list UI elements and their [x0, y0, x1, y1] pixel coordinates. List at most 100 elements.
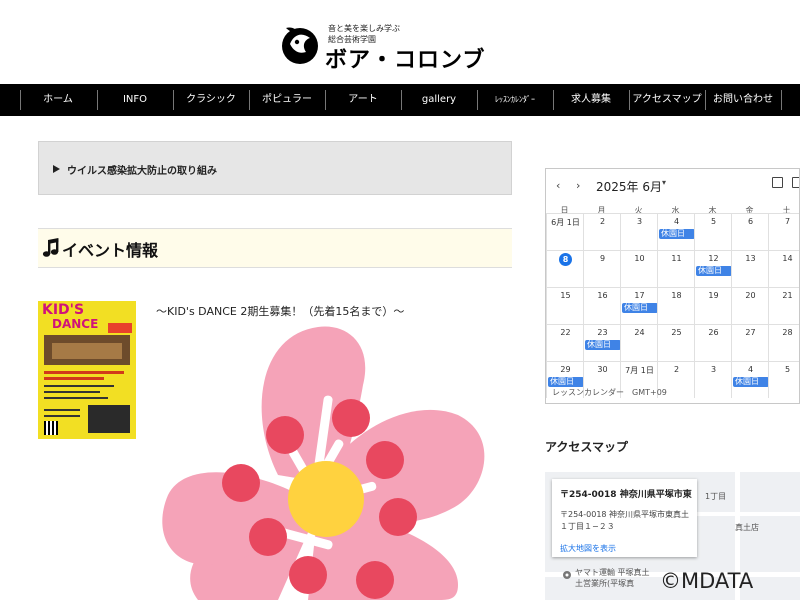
calendar-day-number: 6月 1日 [551, 218, 580, 227]
logo-tagline: 音と美を楽しみ学ぶ [328, 24, 400, 33]
poster-text-line [44, 391, 100, 393]
calendar-day-cell[interactable]: 6月 1日 [546, 213, 583, 250]
calendar-event-chip[interactable]: 休園日 [733, 377, 769, 387]
flower-illustration [162, 326, 485, 600]
calendar-day-cell[interactable]: 6 [731, 213, 768, 250]
calendar-day-number: 11 [671, 254, 682, 263]
calendar-day-cell[interactable]: 22 [546, 324, 583, 361]
calendar-day-cell[interactable]: 18 [657, 287, 694, 324]
calendar-event-chip[interactable]: 休園日 [622, 303, 658, 313]
poster-photo-detail [52, 343, 122, 359]
map-card-address: 〒254-0018 神奈川県平塚市東真土１丁目１−２３ [560, 510, 690, 531]
nav-item-lesson-calendar[interactable]: ﾚｯｽﾝｶﾚﾝﾀﾞｰ [477, 84, 553, 116]
calendar-day-number: 3 [710, 365, 717, 374]
nav-item-recruit[interactable]: 求人募集 [553, 84, 629, 116]
calendar-day-cell[interactable]: 10 [620, 250, 657, 287]
nav-item-contact[interactable]: お問い合わせ [705, 84, 781, 116]
calendar-day-number: 17 [634, 291, 645, 300]
calendar-day-cell[interactable]: 12 休園日 [694, 250, 732, 287]
calendar-event-chip[interactable]: 休園日 [696, 266, 732, 276]
calendar-day-cell[interactable]: 2 [583, 213, 620, 250]
map-label: 1丁目 [705, 492, 727, 501]
calendar-day-cell[interactable]: 24 [620, 324, 657, 361]
chevron-left-icon[interactable]: ‹ [556, 179, 560, 192]
dropdown-arrow-icon[interactable]: ▾ [662, 178, 666, 187]
calendar-day-number: 15 [560, 291, 571, 300]
calendar-day-number: 20 [745, 291, 756, 300]
calendar-day-number: 27 [745, 328, 756, 337]
calendar-view-icon[interactable] [792, 177, 799, 188]
nav-item-art[interactable]: アート [325, 84, 401, 116]
nav-item-access[interactable]: アクセスマップ [629, 84, 705, 116]
calendar-day-cell[interactable]: 27 [731, 324, 768, 361]
calendar-day-number: 3 [636, 217, 643, 226]
qr-code [44, 421, 58, 435]
calendar-day-number: 16 [597, 291, 608, 300]
calendar-day-cell[interactable]: 20 [731, 287, 768, 324]
nav-item-popular[interactable]: ポピュラー [249, 84, 325, 116]
event-section-header: イベント情報 [38, 228, 512, 268]
calendar-day-number: 18 [671, 291, 682, 300]
event-caption: 〜KID's DANCE 2期生募集！（先着15名まで）〜 [156, 305, 405, 318]
music-note-icon [42, 238, 59, 257]
calendar-day-number: 5 [784, 365, 791, 374]
poster-text-line [44, 415, 80, 417]
calendar-day-cell[interactable]: 21 [768, 287, 799, 324]
calendar-day-cell[interactable]: 4 休園日 [657, 213, 695, 250]
calendar-day-number: 25 [671, 328, 682, 337]
chevron-right-icon[interactable]: › [576, 179, 580, 192]
main-nav: ホーム INFO クラシック ポピュラー アート gallery ﾚｯｽﾝｶﾚﾝ… [0, 84, 800, 116]
nav-item-home[interactable]: ホーム [20, 84, 96, 116]
calendar-day-cell[interactable]: 5 [694, 213, 731, 250]
access-map-title: アクセスマップ [545, 440, 629, 454]
calendar-day-cell[interactable]: 13 [731, 250, 768, 287]
map-card-title: 〒254-0018 神奈川県平塚市東... [560, 490, 692, 500]
calendar-day-cell[interactable]: 23 休園日 [583, 324, 621, 361]
calendar-day-number: 29 [560, 365, 571, 374]
calendar-day-cell[interactable]: 14 [768, 250, 799, 287]
calendar-day-cell[interactable]: 15 [546, 287, 583, 324]
calendar-day-number: 6 [747, 217, 754, 226]
calendar-day-cell[interactable]: 28 [768, 324, 799, 361]
calendar-day-cell[interactable]: 16 [583, 287, 620, 324]
calendar-day-number: 9 [599, 254, 606, 263]
calendar-day-cell[interactable]: 3 [620, 213, 657, 250]
calendar-day-number: 2 [673, 365, 680, 374]
lesson-calendar-widget: ‹ › 2025年 6月 ▾ 日月火水木金土 6月 1日 2 3 4 休園日 5 6 7 8 9 10… [545, 168, 800, 404]
calendar-day-cell[interactable]: 17 休園日 [620, 287, 658, 324]
calendar-day-cell[interactable]: 11 [657, 250, 694, 287]
calendar-day-cell[interactable]: 8 [546, 250, 583, 287]
calendar-day-cell[interactable]: 5 [768, 361, 799, 398]
calendar-event-chip[interactable]: 休園日 [659, 229, 695, 239]
calendar-day-cell[interactable]: 25 [657, 324, 694, 361]
calendar-event-chip[interactable]: 休園日 [585, 340, 621, 350]
calendar-icon[interactable] [772, 177, 783, 188]
dove-logo-icon [282, 27, 318, 64]
map-enlarge-link[interactable]: 拡大地図を表示 [560, 543, 616, 554]
calendar-day-cell[interactable]: 19 [694, 287, 731, 324]
nav-item-classic[interactable]: クラシック [173, 84, 249, 116]
event-poster-image[interactable]: KID'S DANCE [38, 301, 136, 439]
map-label: 土営業所(平塚真 [575, 579, 635, 588]
calendar-day-cell[interactable]: 7 [768, 213, 799, 250]
calendar-day-number: 21 [782, 291, 793, 300]
calendar-event-chip[interactable]: 休園日 [548, 377, 584, 387]
calendar-day-number: 26 [708, 328, 719, 337]
poster-info-box [88, 405, 130, 433]
calendar-day-number: 30 [597, 365, 608, 374]
calendar-day-number: 12 [708, 254, 719, 263]
calendar-footer: レッスンカレンダー GMT+09 [552, 388, 667, 397]
calendar-day-number: 14 [782, 254, 793, 263]
nav-item-gallery[interactable]: gallery [401, 84, 477, 116]
map-label: ヤマト運輸 平塚真土 [575, 568, 650, 577]
nav-item-info[interactable]: INFO [97, 84, 173, 116]
calendar-day-number: 19 [708, 291, 719, 300]
calendar-day-cell[interactable]: 4 休園日 [731, 361, 769, 398]
calendar-day-number: 13 [745, 254, 756, 263]
poster-badge [108, 323, 132, 333]
site-logo[interactable]: 音と美を楽しみ学ぶ 総合芸術学園 ボア・コロンブ [280, 22, 530, 73]
covid-accordion[interactable]: ウイルス感染拡大防止の取り組み [38, 141, 512, 195]
calendar-day-cell[interactable]: 26 [694, 324, 731, 361]
calendar-day-cell[interactable]: 3 [694, 361, 731, 398]
calendar-day-cell[interactable]: 9 [583, 250, 620, 287]
